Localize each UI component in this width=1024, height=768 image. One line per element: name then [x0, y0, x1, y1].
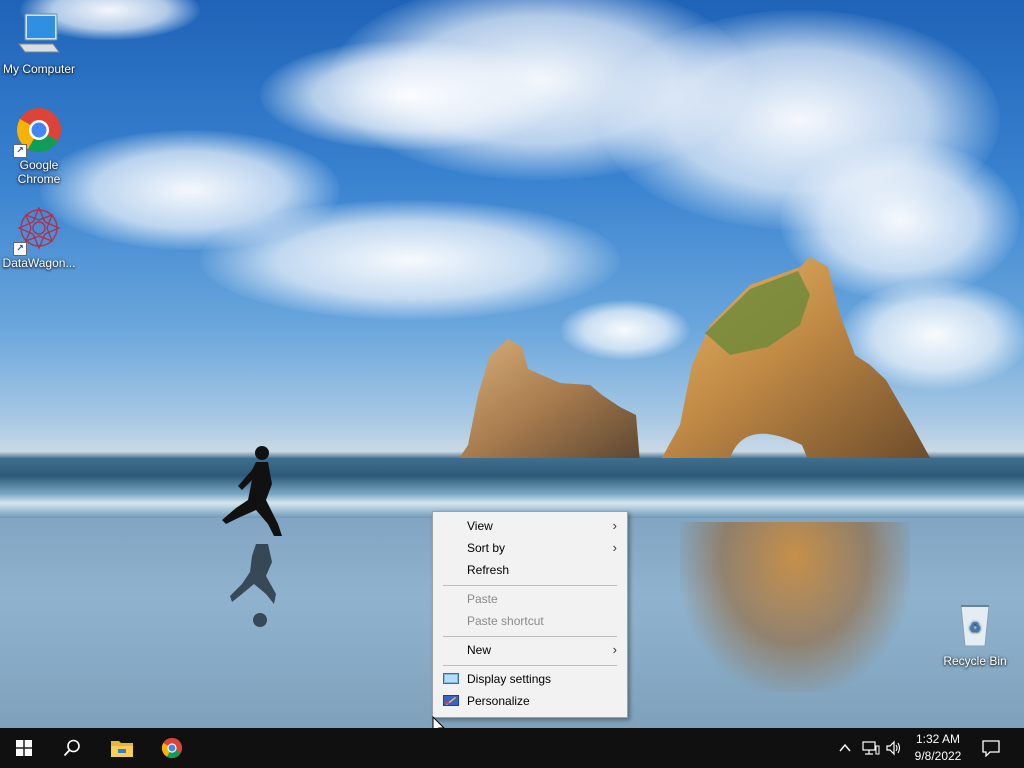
menu-item-label: Display settings [467, 672, 552, 686]
ocean-waves [0, 458, 1024, 518]
menu-item-personalize[interactable]: Personalize [433, 690, 627, 712]
menu-item-label: View [467, 519, 493, 533]
file-explorer-button[interactable] [98, 728, 146, 768]
search-button[interactable] [48, 728, 96, 768]
recycle-bin-icon: ♻ [951, 602, 999, 650]
desktop-icon-label: Google Chrome [17, 158, 61, 186]
chrome-taskbar-button[interactable] [148, 728, 196, 768]
menu-item-label: Paste [467, 592, 498, 606]
desktop-icon-label: Recycle Bin [943, 654, 1007, 668]
runner-silhouette [222, 446, 282, 627]
menu-item-paste: Paste [433, 588, 627, 610]
chevron-right-icon: › [612, 540, 617, 555]
shortcut-arrow-icon: ↗ [13, 144, 27, 158]
chevron-right-icon: › [612, 518, 617, 533]
clock-time: 1:32 AM [915, 732, 961, 746]
rock-formation-left [456, 339, 640, 463]
menu-separator [443, 636, 617, 637]
monitor-icon [15, 10, 63, 58]
taskbar-clock[interactable]: 1:32 AM 9/8/2022 [900, 731, 976, 765]
datawagon-icon: ↗ [13, 204, 63, 256]
menu-item-display-settings[interactable]: Display settings [433, 668, 627, 690]
display-settings-icon [443, 673, 459, 684]
desktop-background[interactable]: My Computer ↗ Google Chrome ↗ DataWagon.… [0, 0, 1024, 728]
desktop-icon-google-chrome[interactable]: ↗ Google Chrome [0, 106, 78, 186]
desktop-icon-my-computer[interactable]: My Computer [0, 10, 78, 76]
chrome-icon: ↗ [13, 106, 63, 158]
menu-item-label: Paste shortcut [467, 614, 544, 628]
menu-item-label: Refresh [467, 563, 510, 577]
start-button[interactable] [0, 728, 48, 768]
windows-start-icon [16, 740, 32, 756]
desktop-icon-datawagon[interactable]: ↗ DataWagon... [0, 204, 78, 270]
taskbar: 1:32 AM 9/8/2022 [0, 728, 1024, 768]
file-explorer-icon [111, 741, 133, 757]
menu-item-label: New [467, 643, 492, 657]
menu-separator [443, 665, 617, 666]
chevron-right-icon: › [612, 642, 617, 657]
menu-separator [443, 585, 617, 586]
rock-formation-right [658, 257, 934, 465]
menu-item-view[interactable]: View › [433, 515, 627, 537]
mouse-cursor-icon [432, 716, 445, 728]
rock-reflection [680, 522, 910, 692]
menu-item-label: Personalize [467, 694, 530, 708]
menu-item-refresh[interactable]: Refresh [433, 559, 627, 581]
svg-text:♻: ♻ [969, 620, 982, 636]
action-center-icon[interactable] [982, 739, 1000, 757]
search-icon [63, 739, 80, 757]
cloud [200, 200, 620, 320]
cloud [260, 40, 560, 150]
desktop-icon-label: DataWagon... [2, 256, 76, 270]
shortcut-arrow-icon: ↗ [13, 242, 27, 256]
desktop-icon-recycle-bin[interactable]: ♻ Recycle Bin [936, 602, 1014, 668]
desktop-icon-label: My Computer [2, 62, 76, 76]
desktop-context-menu: View › Sort by › Refresh Paste Paste sho… [432, 511, 628, 718]
chevron-up-icon[interactable] [838, 741, 852, 755]
personalize-icon [443, 695, 459, 706]
network-icon[interactable] [862, 740, 880, 756]
menu-item-sort-by[interactable]: Sort by › [433, 537, 627, 559]
chrome-icon [161, 737, 183, 759]
menu-item-new[interactable]: New › [433, 639, 627, 661]
clock-date: 9/8/2022 [914, 749, 962, 763]
menu-item-label: Sort by [467, 541, 506, 555]
menu-item-paste-shortcut: Paste shortcut [433, 610, 627, 632]
